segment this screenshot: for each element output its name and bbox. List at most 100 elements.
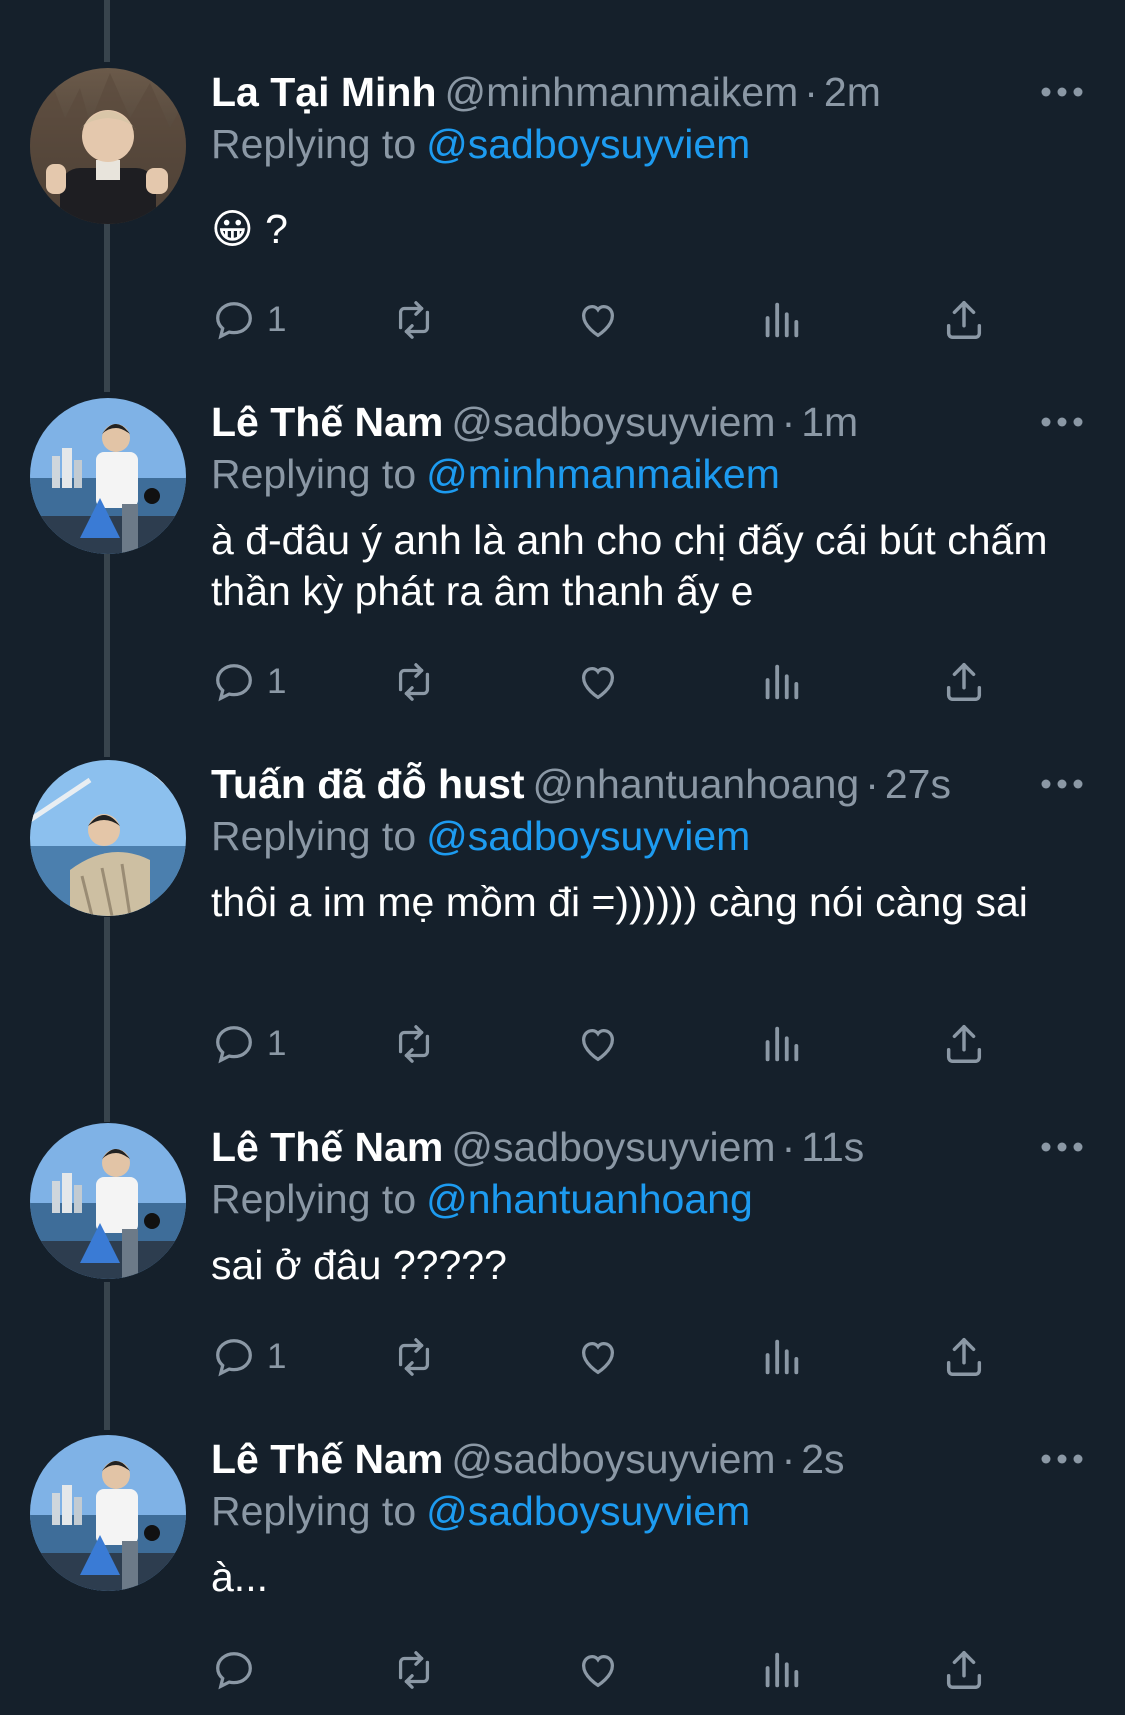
user-handle[interactable]: @sadboysuyviem <box>451 399 775 445</box>
display-name[interactable]: Lê Thế Nam <box>211 1124 443 1170</box>
action-bar <box>211 1640 1011 1700</box>
avatar-photo-icon <box>30 398 186 554</box>
avatar[interactable] <box>30 68 186 224</box>
replying-to: Replying to @minhmanmaikem <box>211 450 780 498</box>
avatar[interactable] <box>30 1123 186 1279</box>
replying-to-label: Replying to <box>211 1176 417 1222</box>
avatar[interactable] <box>30 1435 186 1591</box>
more-options-icon[interactable] <box>1038 772 1086 796</box>
tweet-text: à đ-đâu ý anh là anh cho chị đấy cái bút… <box>211 517 1048 614</box>
reply-icon <box>216 1652 252 1690</box>
replying-to-label: Replying to <box>211 1488 417 1534</box>
replying-to: Replying to @sadboysuyviem <box>211 812 750 860</box>
like-button[interactable] <box>575 1640 621 1700</box>
thread-line <box>104 917 110 1122</box>
replying-to-label: Replying to <box>211 813 417 859</box>
views-button[interactable] <box>758 652 804 712</box>
heart-icon <box>581 1028 615 1062</box>
reply-button[interactable]: 1 <box>211 1327 286 1387</box>
more-options-icon[interactable] <box>1038 1447 1086 1471</box>
heart-icon <box>581 1341 615 1375</box>
display-name[interactable]: La Tại Minh <box>211 69 437 115</box>
retweet-icon <box>398 301 430 339</box>
timestamp[interactable]: 2m <box>824 69 881 115</box>
tweet-header: Lê Thế Nam @sadboysuyviem · 1m <box>211 398 858 446</box>
mention-link[interactable]: @sadboysuyviem <box>426 813 750 859</box>
tweet-header: Lê Thế Nam @sadboysuyviem · 11s <box>211 1123 864 1171</box>
views-button[interactable] <box>758 1327 804 1387</box>
tweet-header: Lê Thế Nam @sadboysuyviem · 2s <box>211 1435 845 1483</box>
replying-to-label: Replying to <box>211 451 417 497</box>
user-handle[interactable]: @minhmanmaikem <box>445 69 799 115</box>
like-button[interactable] <box>575 652 621 712</box>
retweet-button[interactable] <box>391 652 437 712</box>
retweet-icon <box>398 1651 430 1689</box>
share-button[interactable] <box>941 290 987 350</box>
replying-to: Replying to @sadboysuyviem <box>211 120 750 168</box>
avatar-photo-icon <box>30 1123 186 1279</box>
mention-link[interactable]: @sadboysuyviem <box>426 1488 750 1534</box>
separator: · <box>781 1436 796 1482</box>
retweet-button[interactable] <box>391 290 437 350</box>
timestamp[interactable]: 2s <box>801 1436 844 1482</box>
share-button[interactable] <box>941 1640 987 1700</box>
replying-to: Replying to @nhantuanhoang <box>211 1175 753 1223</box>
thread-line <box>104 1282 110 1430</box>
avatar-photo-icon <box>30 760 186 916</box>
separator: · <box>781 399 796 445</box>
timestamp[interactable]: 1m <box>801 399 858 445</box>
reply-icon <box>216 664 252 702</box>
user-handle[interactable]: @sadboysuyviem <box>451 1124 775 1170</box>
like-button[interactable] <box>575 290 621 350</box>
reply-button[interactable]: 1 <box>211 290 286 350</box>
reply-count: 1 <box>267 662 287 701</box>
more-options-icon[interactable] <box>1038 1135 1086 1159</box>
like-button[interactable] <box>575 1014 621 1074</box>
thread-line <box>104 552 110 757</box>
reply-icon <box>216 302 252 340</box>
separator: · <box>781 1124 796 1170</box>
more-options-icon[interactable] <box>1038 80 1086 104</box>
views-button[interactable] <box>758 290 804 350</box>
reply-icon <box>216 1026 252 1064</box>
user-handle[interactable]: @sadboysuyviem <box>451 1436 775 1482</box>
mention-link[interactable]: @minhmanmaikem <box>426 451 780 497</box>
share-button[interactable] <box>941 1327 987 1387</box>
replying-to: Replying to @sadboysuyviem <box>211 1487 750 1535</box>
share-icon <box>946 1338 982 1376</box>
analytics-icon <box>765 1026 799 1062</box>
retweet-button[interactable] <box>391 1327 437 1387</box>
timestamp[interactable]: 11s <box>801 1124 864 1170</box>
heart-icon <box>581 666 615 700</box>
display-name[interactable]: Lê Thế Nam <box>211 1436 443 1482</box>
avatar[interactable] <box>30 760 186 916</box>
heart-icon <box>581 1654 615 1688</box>
share-button[interactable] <box>941 652 987 712</box>
retweet-button[interactable] <box>391 1014 437 1074</box>
retweet-button[interactable] <box>391 1640 437 1700</box>
thread-line <box>104 0 110 62</box>
avatar-photo-icon <box>30 68 186 224</box>
views-button[interactable] <box>758 1014 804 1074</box>
display-name[interactable]: Lê Thế Nam <box>211 399 443 445</box>
timestamp[interactable]: 27s <box>885 761 951 807</box>
user-handle[interactable]: @nhantuanhoang <box>533 761 860 807</box>
share-button[interactable] <box>941 1014 987 1074</box>
reply-count: 1 <box>267 300 287 339</box>
share-icon <box>946 1651 982 1689</box>
share-icon <box>946 663 982 701</box>
views-button[interactable] <box>758 1640 804 1700</box>
analytics-icon <box>765 664 799 700</box>
avatar[interactable] <box>30 398 186 554</box>
reply-button[interactable]: 1 <box>211 652 286 712</box>
display-name[interactable]: Tuấn đã đỗ hust <box>211 761 525 807</box>
reply-button[interactable] <box>211 1640 267 1700</box>
reply-count: 1 <box>267 1337 287 1376</box>
separator: · <box>804 69 818 115</box>
mention-link[interactable]: @sadboysuyviem <box>426 121 750 167</box>
mention-link[interactable]: @nhantuanhoang <box>426 1176 753 1222</box>
retweet-icon <box>398 663 430 701</box>
like-button[interactable] <box>575 1327 621 1387</box>
more-options-icon[interactable] <box>1038 410 1086 434</box>
reply-button[interactable]: 1 <box>211 1014 286 1074</box>
